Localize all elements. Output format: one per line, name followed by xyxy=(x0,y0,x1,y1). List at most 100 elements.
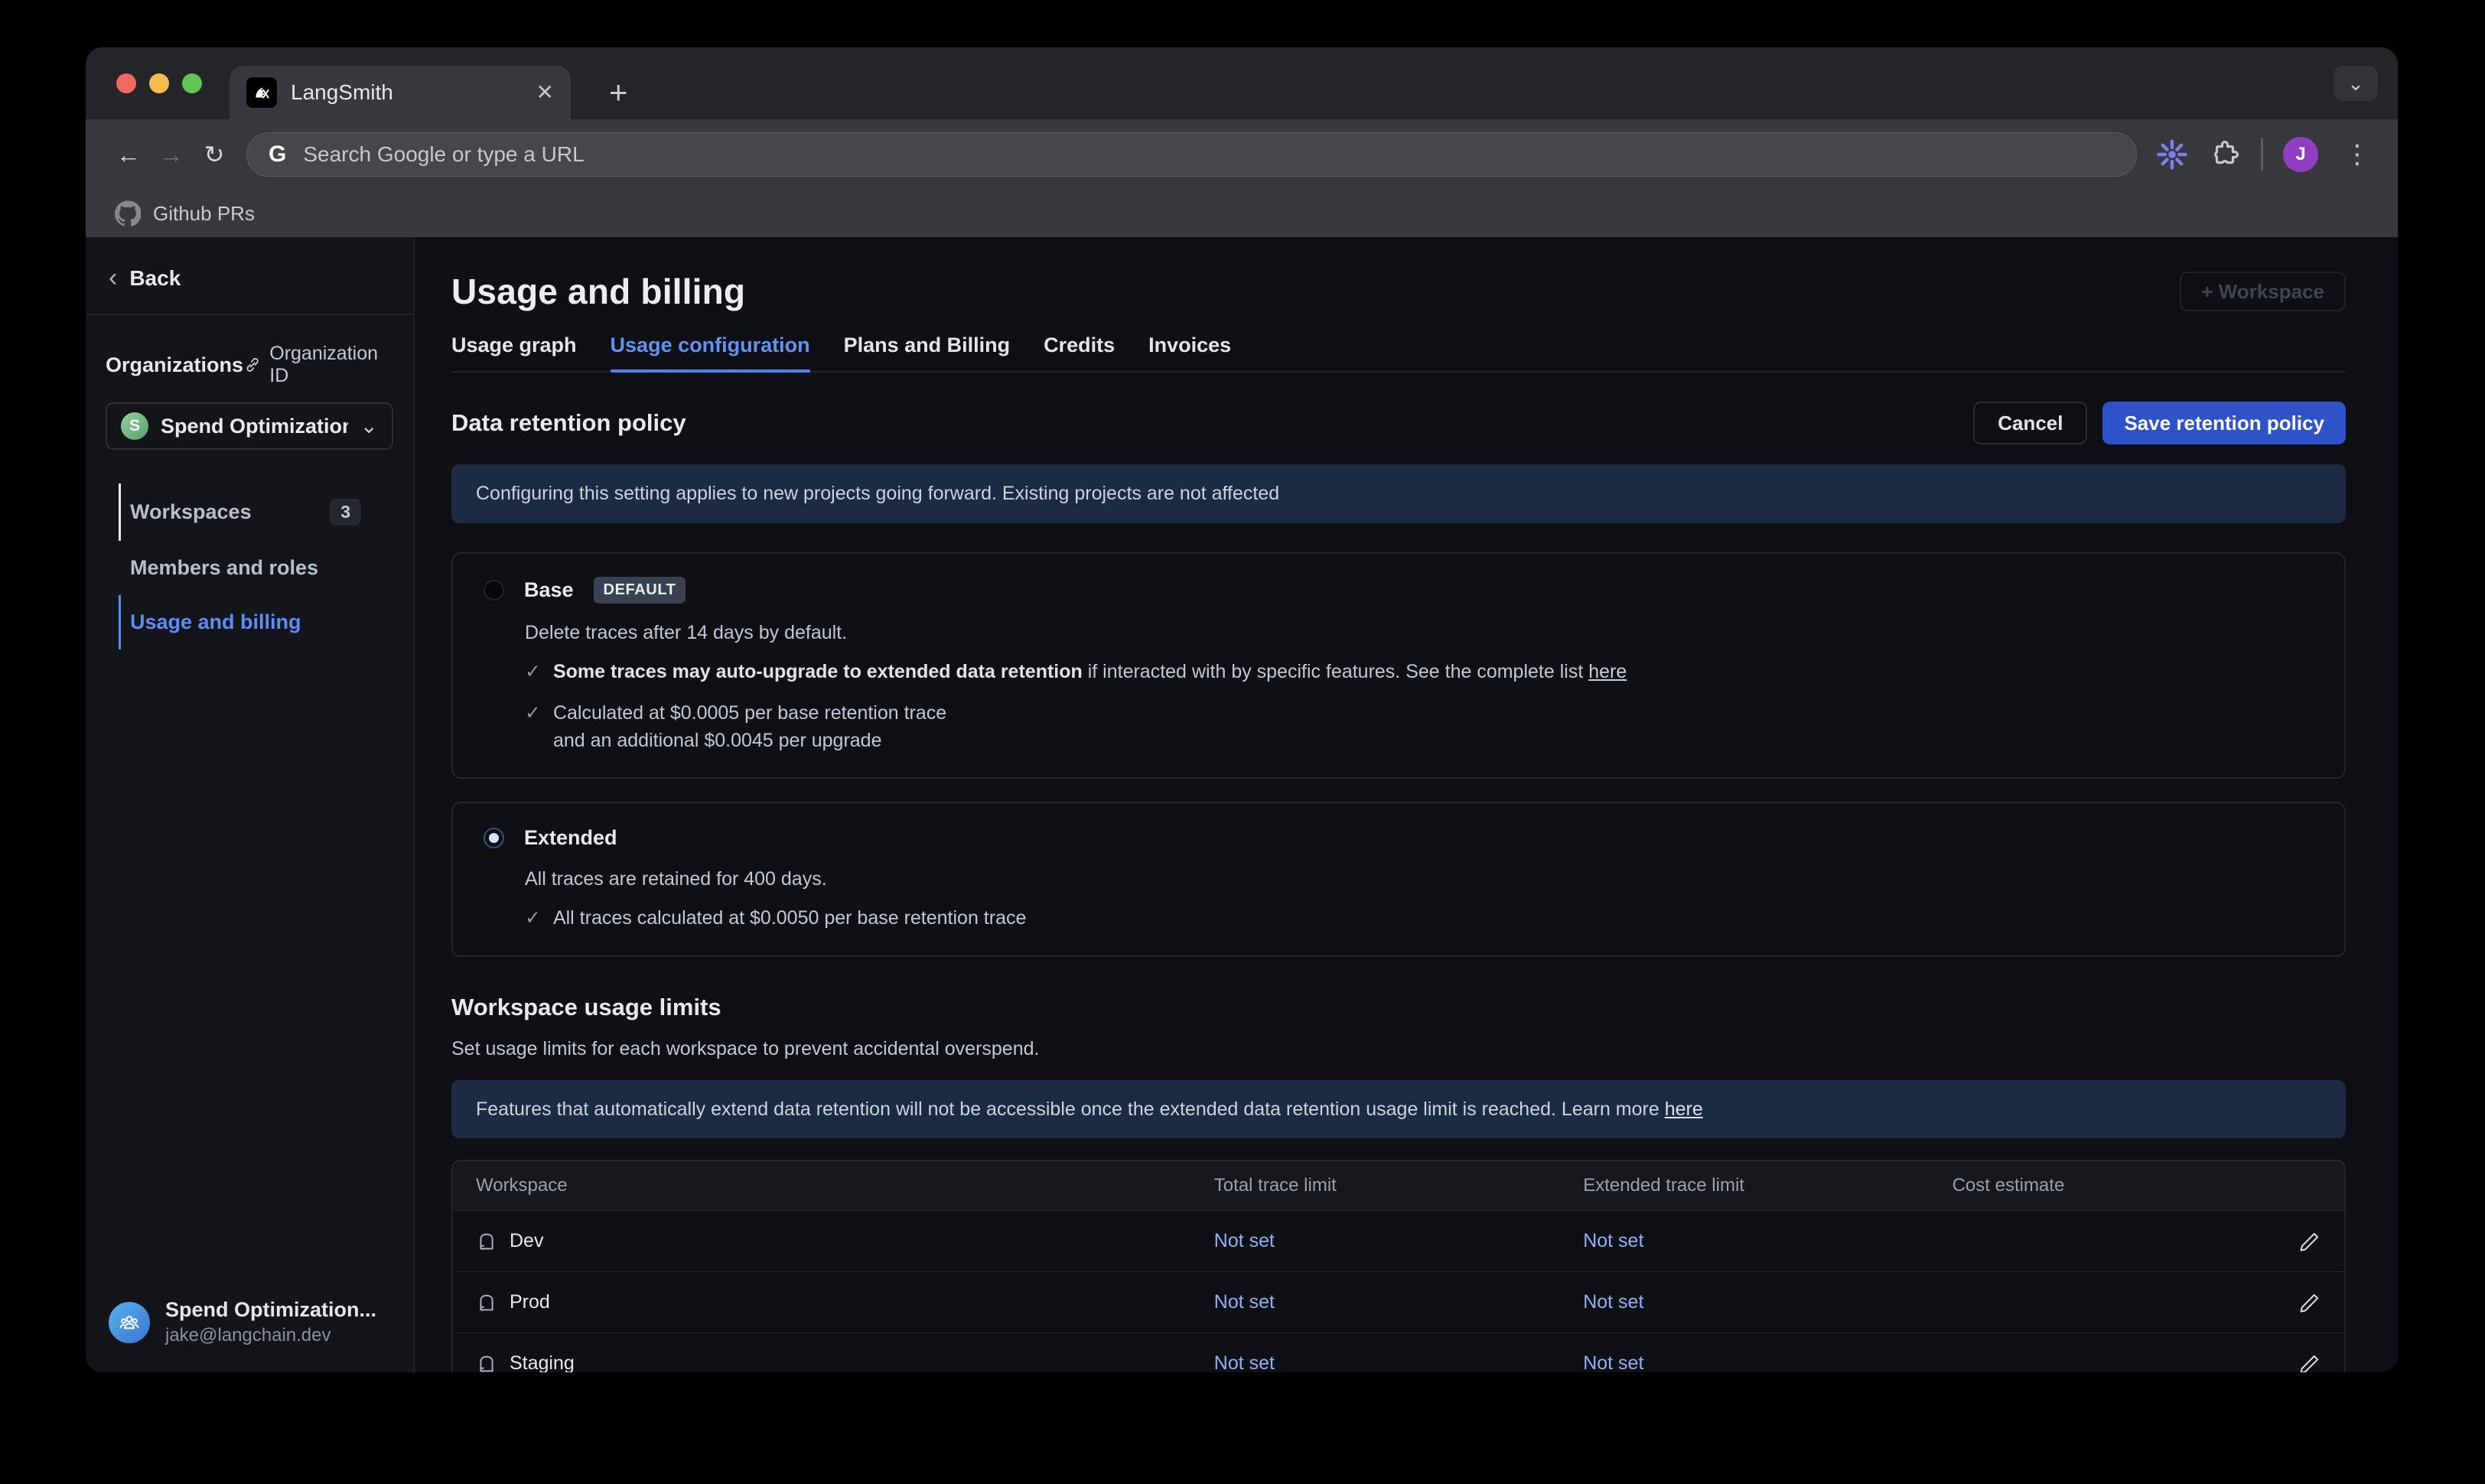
back-nav-icon[interactable]: ← xyxy=(107,133,150,176)
edit-limits-button[interactable] xyxy=(2174,1230,2321,1253)
table-row-prod: Prod Not set Not set xyxy=(453,1271,2344,1333)
workspace-icon xyxy=(476,1353,497,1373)
extended-trace-limit-link[interactable]: Not set xyxy=(1583,1291,1952,1313)
workspace-icon xyxy=(476,1231,497,1252)
tab-strip: LangSmith ✕ + ⌄ xyxy=(86,47,2398,119)
tab-invoices[interactable]: Invoices xyxy=(1148,334,1231,371)
check-icon: ✓ xyxy=(525,699,541,755)
table-header-row: Workspace Total trace limit Extended tra… xyxy=(453,1161,2344,1210)
total-trace-limit-link[interactable]: Not set xyxy=(1214,1230,1583,1252)
tab-usage-graph[interactable]: Usage graph xyxy=(451,334,577,371)
organization-id-button[interactable]: Organization ID xyxy=(243,343,393,387)
langsmith-app: ‹ Back Organizations Organization ID S S… xyxy=(86,237,2398,1372)
toolbar-right-cluster: J ⋮ xyxy=(2155,137,2376,172)
save-retention-policy-button[interactable]: Save retention policy xyxy=(2102,402,2346,444)
base-bullet-pricing: ✓ Calculated at $0.0005 per base retenti… xyxy=(525,699,2344,755)
reload-icon[interactable]: ↻ xyxy=(193,133,236,176)
base-description: Delete traces after 14 days by default. xyxy=(525,622,2344,644)
limits-here-link[interactable]: here xyxy=(1665,1098,1703,1120)
total-trace-limit-link[interactable]: Not set xyxy=(1214,1352,1583,1372)
sidebar-item-label: Workspaces xyxy=(130,500,252,524)
organization-selector[interactable]: S Spend Optimization Tu... ⌄ xyxy=(106,402,393,450)
bookmark-github-prs[interactable]: Github PRs xyxy=(153,202,255,226)
sidebar-menu: Workspaces 3 Members and roles Usage and… xyxy=(119,483,366,649)
github-icon xyxy=(115,200,141,226)
extended-radio-button[interactable] xyxy=(484,828,504,848)
tab-usage-configuration[interactable]: Usage configuration xyxy=(611,334,810,371)
extensions-puzzle-icon[interactable] xyxy=(2209,138,2241,171)
edit-limits-button[interactable] xyxy=(2174,1352,2321,1373)
organizations-heading: Organizations xyxy=(106,353,243,377)
chevron-down-icon: ⌄ xyxy=(360,421,378,431)
browser-profile-avatar[interactable]: J xyxy=(2283,137,2318,172)
address-bar-placeholder: Search Google or type a URL xyxy=(303,142,584,167)
close-window-button[interactable] xyxy=(116,73,136,93)
user-name: Spend Optimization... xyxy=(165,1298,376,1322)
tab-plans-and-billing[interactable]: Plans and Billing xyxy=(844,334,1011,371)
base-bullet-bold: Some traces may auto-upgrade to extended… xyxy=(553,661,1083,682)
table-row-staging: Staging Not set Not set xyxy=(453,1333,2344,1372)
base-option-label: Base xyxy=(524,578,574,602)
workspace-name: Prod xyxy=(510,1291,550,1313)
browser-toolbar: ← → ↻ G Search Google or type a URL xyxy=(86,119,2398,190)
column-total-trace-limit: Total trace limit xyxy=(1214,1175,1583,1196)
column-cost-estimate: Cost estimate xyxy=(1952,1175,2174,1196)
tab-credits[interactable]: Credits xyxy=(1044,334,1115,371)
check-icon: ✓ xyxy=(525,658,541,685)
current-user[interactable]: Spend Optimization... jake@langchain.dev xyxy=(86,1278,413,1372)
toolbar-divider xyxy=(2261,138,2263,171)
extended-bullet-pricing: ✓ All traces calculated at $0.0050 per b… xyxy=(525,904,2344,932)
bookmarks-bar: Github PRs xyxy=(86,190,2398,237)
settings-sidebar: ‹ Back Organizations Organization ID S S… xyxy=(86,237,415,1372)
sidebar-item-members-and-roles[interactable]: Members and roles xyxy=(119,541,366,595)
workspace-name: Staging xyxy=(510,1352,575,1372)
main-content: Usage and billing + Workspace Usage grap… xyxy=(415,237,2398,1372)
base-pricing-line2: and an additional $0.0045 per upgrade xyxy=(553,727,946,754)
organization-id-label: Organization ID xyxy=(269,343,393,387)
workspace-icon xyxy=(476,1292,497,1313)
column-extended-trace-limit: Extended trace limit xyxy=(1583,1175,1952,1196)
new-tab-button[interactable]: + xyxy=(597,76,640,109)
total-trace-limit-link[interactable]: Not set xyxy=(1214,1291,1583,1313)
address-bar[interactable]: G Search Google or type a URL xyxy=(246,132,2137,177)
sidebar-item-workspaces[interactable]: Workspaces 3 xyxy=(119,483,366,541)
extended-trace-limit-link[interactable]: Not set xyxy=(1583,1230,1952,1252)
extended-description: All traces are retained for 400 days. xyxy=(525,868,2344,890)
organization-avatar: S xyxy=(121,412,148,440)
tab-close-icon[interactable]: ✕ xyxy=(536,82,554,103)
sidebar-item-usage-and-billing[interactable]: Usage and billing xyxy=(119,595,366,649)
back-button[interactable]: ‹ Back xyxy=(86,237,413,314)
organization-selector-value: Spend Optimization Tu... xyxy=(161,415,348,438)
google-g-icon: G xyxy=(269,142,286,168)
workspace-name: Dev xyxy=(510,1230,543,1252)
base-here-link[interactable]: here xyxy=(1588,661,1627,682)
pencil-icon xyxy=(2298,1291,2321,1314)
extended-trace-limit-link[interactable]: Not set xyxy=(1583,1352,1952,1372)
sidebar-item-label: Members and roles xyxy=(130,556,318,580)
add-workspace-button[interactable]: + Workspace xyxy=(2180,272,2346,311)
retention-banner-text: Configuring this setting applies to new … xyxy=(476,483,1279,504)
forward-nav-icon: → xyxy=(150,133,193,176)
workspace-usage-limits-heading: Workspace usage limits xyxy=(451,994,2346,1021)
langsmith-extension-icon[interactable] xyxy=(2155,138,2189,171)
minimize-window-button[interactable] xyxy=(149,73,169,93)
base-radio-button[interactable] xyxy=(484,580,504,600)
cancel-button[interactable]: Cancel xyxy=(1973,402,2087,444)
tab-search-button[interactable]: ⌄ xyxy=(2334,66,2378,101)
base-retention-card: Base DEFAULT Delete traces after 14 days… xyxy=(451,552,2346,779)
page-title: Usage and billing xyxy=(451,271,745,312)
workspaces-count-badge: 3 xyxy=(330,499,361,526)
pencil-icon xyxy=(2298,1352,2321,1373)
window-controls xyxy=(116,73,202,93)
data-retention-policy-heading: Data retention policy xyxy=(451,409,686,437)
limits-banner-text: Features that automatically extend data … xyxy=(476,1098,1665,1120)
extended-option-label: Extended xyxy=(524,826,617,850)
extended-pricing-text: All traces calculated at $0.0050 per bas… xyxy=(553,904,1026,932)
fullscreen-window-button[interactable] xyxy=(182,73,202,93)
browser-menu-icon[interactable]: ⋮ xyxy=(2338,139,2376,170)
extended-retention-card: Extended All traces are retained for 400… xyxy=(451,802,2346,956)
edit-limits-button[interactable] xyxy=(2174,1291,2321,1314)
back-label: Back xyxy=(129,266,181,291)
back-chevron-icon: ‹ xyxy=(109,268,117,288)
browser-tab-langsmith[interactable]: LangSmith ✕ xyxy=(230,66,571,119)
